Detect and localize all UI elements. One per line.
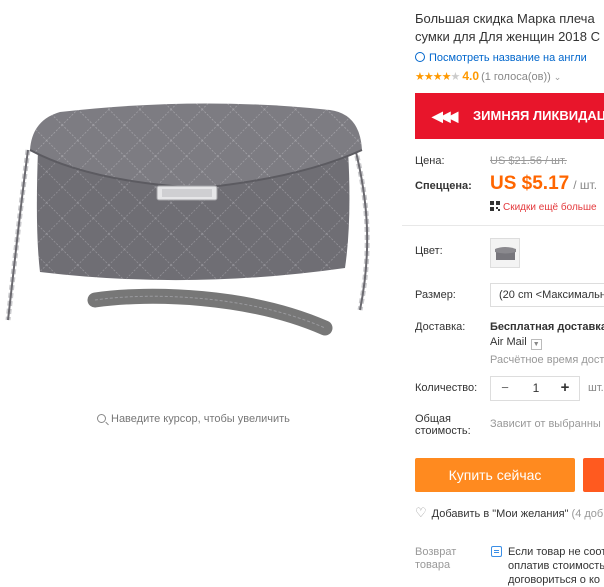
divider — [402, 225, 604, 226]
total-label-line2: стоимость: — [415, 425, 471, 437]
price-label: Цена: — [415, 155, 445, 167]
zoom-hint: Наведите курсор, чтобы увеличить — [97, 413, 290, 425]
shipping-label: Доставка: — [415, 321, 466, 333]
star-icon: ★ — [432, 71, 443, 83]
returns-text: Если товар не соот оплатив стоимость дог… — [508, 545, 604, 587]
old-price-value: US $21.56 / шт. — [490, 155, 567, 167]
product-title: Большая скидка Марка плеча сумки для Для… — [415, 10, 604, 46]
total-value: Зависит от выбранны — [490, 418, 601, 430]
returns-label-line1: Возврат — [415, 546, 457, 558]
returns-icon — [491, 546, 502, 557]
sale-price: US $5.17/ шт. — [490, 173, 597, 195]
shipping-time: Расчётное время доста — [490, 354, 604, 366]
chevron-down-icon: ▼ — [530, 339, 542, 350]
old-price: US $21.56 / шт. — [490, 155, 567, 167]
total-label: Общая стоимость: — [415, 413, 471, 437]
product-title-line1: Большая скидка Марка плеча — [415, 11, 595, 26]
returns-text-line1: Если товар не соот — [508, 546, 604, 558]
quantity-unit: шт. — [588, 382, 604, 394]
handbag-image — [5, 103, 370, 336]
buy-now-button[interactable]: Купить сейчас — [415, 458, 575, 492]
promo-text: ЗИМНЯЯ ЛИКВИДАЦ — [473, 108, 604, 123]
returns-text-line2: оплатив стоимость — [508, 560, 604, 572]
rating-stars: ★★★★★ — [415, 71, 461, 83]
translate-icon — [415, 52, 425, 62]
translate-link-text: Посмотреть название на англи — [429, 52, 587, 64]
add-to-cart-button[interactable] — [583, 458, 604, 492]
star-empty-icon: ★ — [450, 71, 461, 83]
quantity-decrease-button[interactable]: − — [497, 380, 513, 395]
coupon-text: Скидки ещё больше — [503, 202, 597, 213]
promo-arrow-icon: ◀◀◀ — [432, 108, 458, 124]
color-swatch[interactable] — [490, 238, 520, 268]
promo-banner[interactable]: ◀◀◀ ЗИМНЯЯ ЛИКВИДАЦ — [415, 93, 604, 139]
chevron-down-icon: ⌄ — [553, 72, 562, 82]
quantity-increase-button[interactable]: + — [557, 379, 573, 396]
total-label-line1: Общая — [415, 413, 451, 425]
shipping-title: Бесплатная доставка — [490, 321, 604, 333]
magnifier-icon — [97, 414, 106, 423]
rating-value: 4.0 — [462, 69, 480, 83]
sale-price-unit: / шт. — [573, 178, 598, 192]
star-icon: ★ — [423, 71, 434, 83]
returns-text-line3: договориться о ко — [508, 574, 601, 586]
rating[interactable]: ★★★★★ 4.0 (1 голоса(ов)) ⌄ — [415, 69, 561, 83]
rating-votes: (1 голоса(ов)) — [481, 71, 551, 83]
translate-link[interactable]: Посмотреть название на англи — [415, 52, 587, 64]
zoom-hint-text: Наведите курсор, чтобы увеличить — [111, 413, 290, 425]
quantity-label: Количество: — [415, 382, 478, 394]
sale-price-amount: US $5.17 — [490, 173, 570, 194]
wishlist-text: Добавить в "Мои желания" — [431, 508, 569, 520]
bag-thumbnail — [495, 247, 516, 260]
wishlist-count: (4 доб — [571, 508, 604, 520]
sale-price-label: Спеццена: — [415, 180, 472, 192]
shipping-method-text: Air Mail — [490, 336, 527, 348]
color-label: Цвет: — [415, 245, 443, 257]
heart-icon: ♡ — [415, 505, 427, 520]
product-title-line2: сумки для Для женщин 2018 C — [415, 29, 600, 44]
returns-label: Возврат товара — [415, 546, 475, 572]
size-select[interactable]: (20 cm <Максимальн — [490, 283, 604, 307]
returns-label-line2: товара — [415, 559, 451, 571]
quantity-stepper: − 1 + — [490, 376, 580, 401]
shipping-method[interactable]: Air Mail ▼ — [490, 336, 542, 350]
coupon-link[interactable]: Скидки ещё больше — [490, 201, 597, 213]
qr-code-icon — [490, 201, 500, 211]
size-label: Размер: — [415, 289, 456, 301]
star-icon: ★ — [415, 71, 425, 83]
add-to-wishlist[interactable]: ♡ Добавить в "Мои желания" (4 доб — [415, 505, 603, 521]
star-icon: ★ — [441, 71, 452, 83]
quantity-input[interactable]: 1 — [521, 381, 551, 395]
product-image[interactable] — [0, 0, 400, 400]
